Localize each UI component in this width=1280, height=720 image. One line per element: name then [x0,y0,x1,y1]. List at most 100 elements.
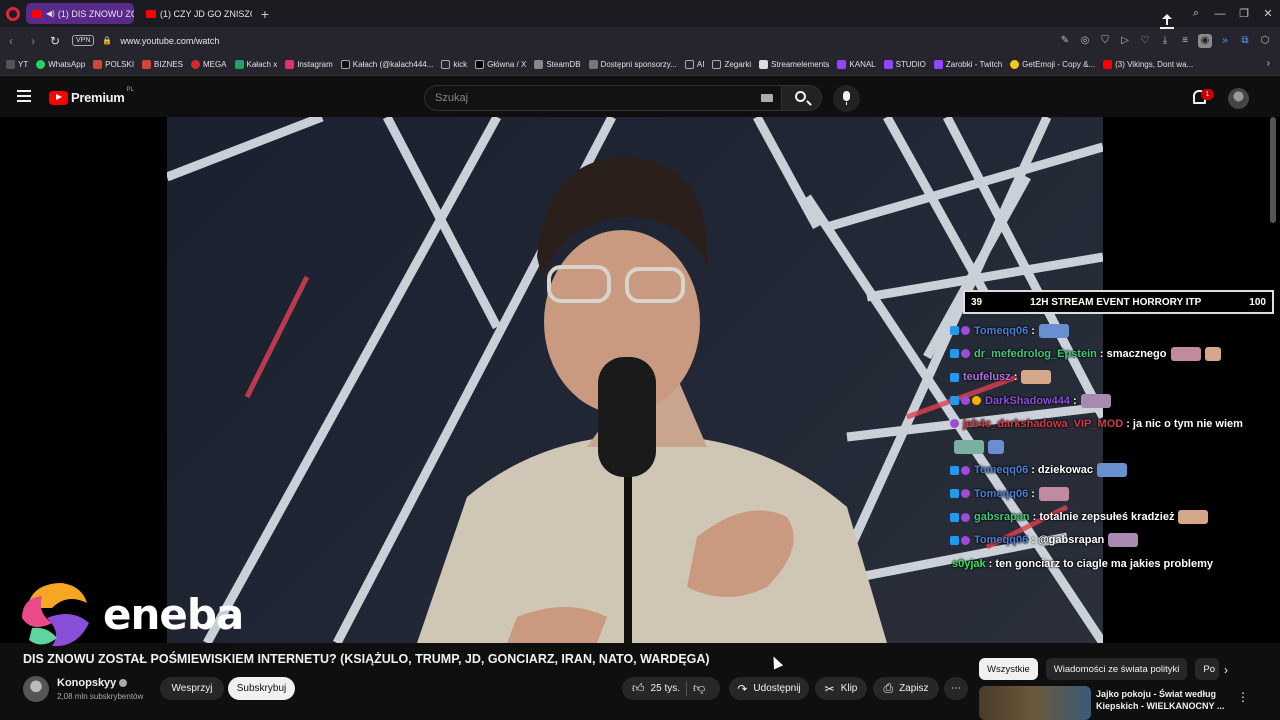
bookmark[interactable]: POLSKI [93,60,134,69]
dislike-icon[interactable]: 👎︎ [693,681,705,696]
close-icon[interactable]: ✕ [1256,7,1280,20]
vpn-badge[interactable]: VPN [72,35,95,46]
back-icon[interactable]: ‹ [0,34,22,48]
chat-text: : smacznego [1099,347,1167,360]
gmail-icon [142,60,152,69]
camera-icon[interactable]: ◎ [1078,34,1092,48]
youtube-header: Premium PL [0,77,1280,119]
chevron-right-icon[interactable]: › [1224,663,1228,677]
chat-badge-icon [961,396,970,406]
url-field[interactable]: www.youtube.com/watch [120,36,219,46]
tab-active[interactable]: ◀) (1) DIS ZNOWU ZOSTA [26,3,134,24]
bookmark[interactable]: Główna / X [475,60,526,69]
chat-text: : totalnie zepsułeś kradzież [1032,511,1175,524]
bookmark[interactable]: BIZNES [142,60,183,69]
edit-icon[interactable]: ✎ [1058,34,1072,48]
new-tab-button[interactable]: + [256,5,274,23]
search-input[interactable] [425,86,725,110]
save-button[interactable]: ⎙ Zapisz [873,677,939,700]
bookmark[interactable]: Kałach (@kalach444... [340,60,433,69]
voice-search-button[interactable] [833,85,860,112]
bookmark[interactable]: Zarobki - Twitch [933,60,1002,69]
menu-icon[interactable]: ≡ [1178,34,1192,48]
bookmark[interactable]: KANAL [837,60,876,69]
bookmark[interactable]: Streamelements [759,60,829,69]
chip-more[interactable]: Po [1195,658,1220,680]
tiktok-icon [340,60,350,69]
forward-icon[interactable]: › [22,34,44,48]
chat-emote-icon [1080,393,1111,408]
menu-icon[interactable] [17,90,31,102]
keyboard-icon[interactable] [761,94,773,102]
youtube-premium-logo[interactable]: Premium PL [49,87,134,105]
chat-text: : ja nic o tym nie wiem [1126,417,1243,430]
chat-username: s0yjak [952,557,986,570]
profile-icon[interactable]: ◉ [1198,33,1212,48]
avatar[interactable] [1228,88,1249,109]
chat-message: Tomeqq06: [950,319,1280,342]
play-icon[interactable]: ▷ [1118,34,1132,48]
chat-badge-icon [961,512,970,522]
like-icon[interactable]: 👍︎ [632,681,645,696]
bookmark[interactable]: WhatsApp [36,60,85,69]
bookmark[interactable]: MEGA [190,60,227,69]
more-vert-icon[interactable]: ⋮ [1237,690,1249,704]
bookmark[interactable]: Dostępni sponsorzy... [588,60,677,69]
emoji-icon [1010,60,1020,69]
chat-badge-icon [961,326,970,336]
tab-inactive[interactable]: (1) CZY JD GO ZNISZCZY [140,3,252,24]
page-scrollbar[interactable] [1270,117,1276,223]
like-count[interactable]: 25 tys. [651,683,680,694]
opera-logo-icon[interactable] [6,6,20,21]
chip-politics[interactable]: Wiadomości ze świata polityki [1045,658,1188,680]
bookmark[interactable]: Instagram [285,60,333,69]
extension-icon[interactable]: ⬡ [1258,34,1272,48]
video-thumbnail[interactable] [979,686,1091,720]
support-button[interactable]: Wesprzyj [160,677,224,700]
bookmark[interactable]: (3) Vikings, Dont wa... [1103,60,1193,69]
share-button[interactable]: ↷ Udostępnij [729,677,809,700]
bookmark[interactable]: STUDIO [883,60,926,69]
bookmark[interactable]: Zegarki [712,60,751,69]
speaker-icon[interactable]: ◀) [46,9,55,18]
clip-button[interactable]: ✂ Klip [815,677,867,700]
chat-text: : ten gonciarz to ciagle ma jakies probl… [988,557,1214,570]
channel-avatar[interactable] [23,676,49,702]
x-icon [475,60,485,69]
channel-name[interactable]: Konopskyy [57,677,128,689]
chat-username: dr_mefedrolog_Epstein [974,347,1097,360]
instagram-icon [285,60,295,69]
extension-icon[interactable]: » [1218,34,1232,48]
steamdb-icon [534,60,544,69]
download-icon[interactable]: ⤓ [1158,34,1172,48]
recommended-video[interactable]: Jajko pokoju - Świat według Kiepskich - … [979,686,1279,720]
chip-all[interactable]: Wszystkie [979,658,1038,680]
minimize-icon[interactable]: — [1208,8,1232,20]
bookmark[interactable]: SteamDB [534,60,581,69]
chat-badge-icon [961,489,970,499]
search-button[interactable] [782,85,822,111]
bookmark[interactable]: kick [441,60,467,69]
bookmark[interactable]: AI [684,60,704,69]
bookmark[interactable]: GetEmoji - Copy &... [1010,60,1095,69]
whatsapp-icon [36,60,46,69]
chat-emote-icon [1038,486,1069,501]
heart-icon[interactable]: ♡ [1138,34,1152,48]
chat-emote-icon [1108,533,1139,548]
subscribe-button[interactable]: Subskrybuj [228,677,295,700]
reload-icon[interactable]: ↻ [44,34,66,48]
bookmark[interactable]: Kałach x [234,60,277,69]
shield-icon[interactable]: ⛉ [1098,34,1112,48]
bookmark[interactable]: YT [6,60,28,69]
chat-badge-icon [950,372,959,382]
lock-icon[interactable]: 🔒 [102,36,112,45]
share-icon: ↷ [737,681,748,696]
bookmarks-overflow-icon[interactable]: › [1267,58,1270,69]
extension-icon[interactable]: ⧉ [1238,34,1252,48]
folder-icon [684,60,694,69]
chat-emote-icon [1021,370,1052,385]
maximize-icon[interactable]: ❐ [1232,7,1256,20]
search-tabs-icon[interactable]: ⌕ [1184,7,1208,20]
more-actions-button[interactable]: ⋯ [944,677,968,700]
recommended-video-title[interactable]: Jajko pokoju - Świat według Kiepskich - … [1096,688,1231,712]
